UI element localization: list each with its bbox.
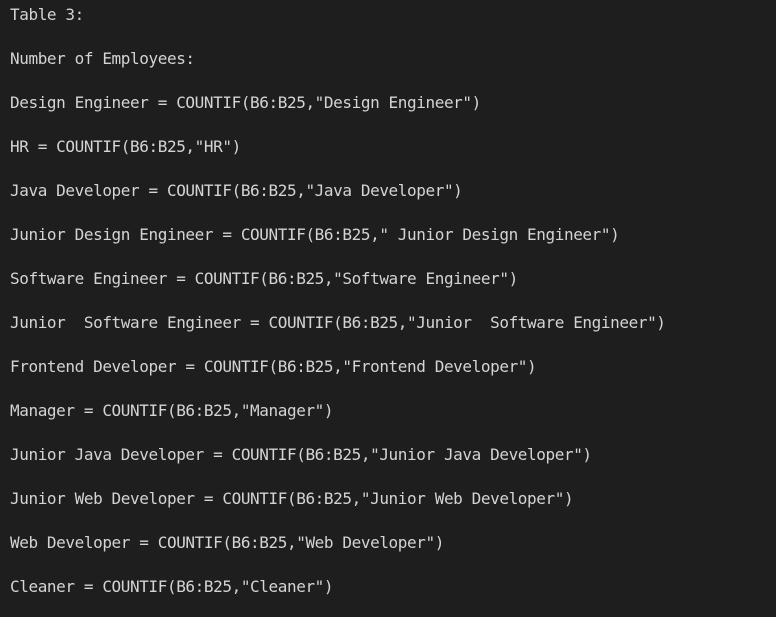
formula-line-java-developer: Java Developer = COUNTIF(B6:B25,"Java De… xyxy=(10,181,463,200)
formula-line-manager: Manager = COUNTIF(B6:B25,"Manager") xyxy=(10,401,334,420)
section-heading: Number of Employees: xyxy=(10,49,195,68)
formula-line-frontend-developer: Frontend Developer = COUNTIF(B6:B25,"Fro… xyxy=(10,357,537,376)
table-title: Table 3: xyxy=(10,5,84,24)
formula-line-junior-web-developer: Junior Web Developer = COUNTIF(B6:B25,"J… xyxy=(10,489,574,508)
formula-line-software-engineer: Software Engineer = COUNTIF(B6:B25,"Soft… xyxy=(10,269,518,288)
formula-line-design-engineer: Design Engineer = COUNTIF(B6:B25,"Design… xyxy=(10,93,481,112)
formula-line-junior-design-engineer: Junior Design Engineer = COUNTIF(B6:B25,… xyxy=(10,225,620,244)
formula-line-web-developer: Web Developer = COUNTIF(B6:B25,"Web Deve… xyxy=(10,533,444,552)
formula-line-junior-java-developer: Junior Java Developer = COUNTIF(B6:B25,"… xyxy=(10,445,592,464)
code-document: Table 3: Number of Employees: Design Eng… xyxy=(0,0,776,617)
formula-line-cleaner: Cleaner = COUNTIF(B6:B25,"Cleaner") xyxy=(10,577,334,596)
formula-line-hr: HR = COUNTIF(B6:B25,"HR") xyxy=(10,137,241,156)
formula-line-junior-software-engineer: Junior Software Engineer = COUNTIF(B6:B2… xyxy=(10,313,666,332)
